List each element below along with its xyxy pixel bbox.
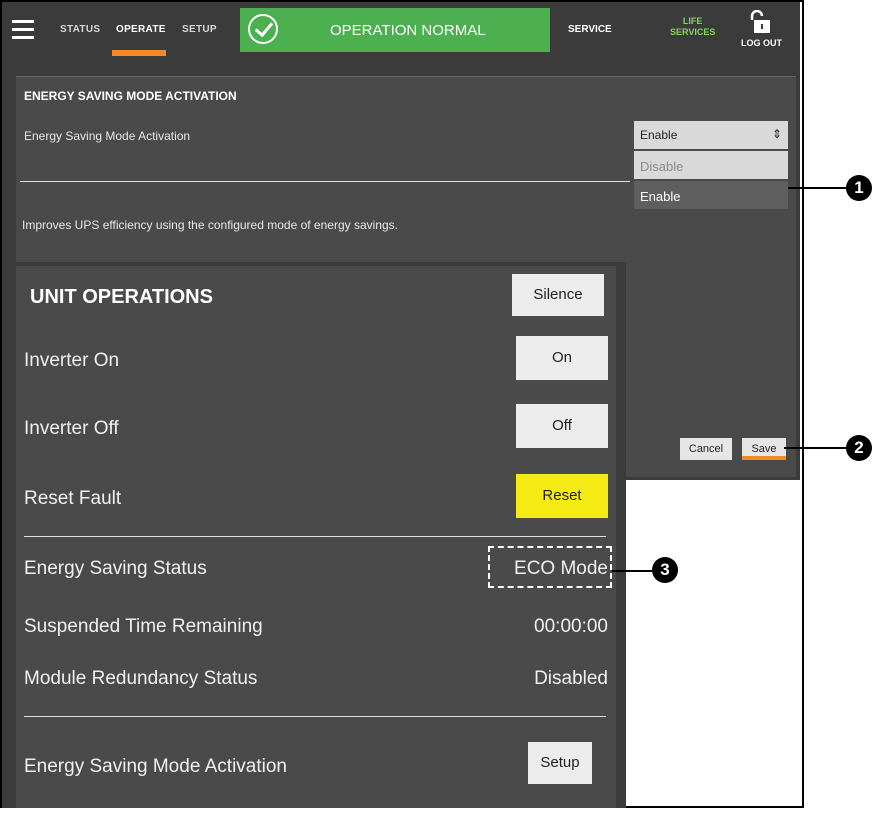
nav-operate[interactable]: OPERATE — [116, 24, 166, 35]
energy-saving-activation-label: Energy Saving Mode Activation — [24, 756, 287, 777]
unit-operations-body: UNIT OPERATIONS Silence Inverter On On I… — [16, 266, 616, 808]
operation-status-text: OPERATION NORMAL — [330, 22, 486, 39]
callout-1-line — [788, 187, 846, 189]
suspended-time-label: Suspended Time Remaining — [24, 616, 263, 637]
module-redundancy-label: Module Redundancy Status — [24, 668, 258, 689]
life-services-line1: LIFE — [682, 16, 703, 26]
silence-button[interactable]: Silence — [512, 274, 604, 316]
divider — [24, 536, 606, 537]
inverter-off-button[interactable]: Off — [516, 404, 608, 448]
energy-saving-description: Improves UPS efficiency using the config… — [22, 218, 398, 232]
nav-service[interactable]: SERVICE — [568, 24, 612, 35]
callout-3-line — [612, 570, 652, 572]
unlock-icon[interactable] — [748, 10, 772, 34]
inverter-on-label: Inverter On — [24, 350, 120, 371]
callout-2: 2 — [846, 435, 872, 461]
life-services-line2: SERVICES — [670, 27, 716, 37]
dropdown-option-disable[interactable]: Disable — [634, 151, 788, 179]
divider — [20, 181, 630, 182]
module-redundancy-value: Disabled — [534, 668, 608, 689]
select-value: Enable — [640, 128, 678, 142]
cancel-button[interactable]: Cancel — [680, 438, 732, 460]
select-arrows-icon: ⇕ — [771, 127, 782, 141]
reset-button[interactable]: Reset — [516, 474, 608, 518]
nav-status[interactable]: STATUS — [60, 24, 100, 35]
callout-1: 1 — [846, 175, 872, 201]
divider — [24, 716, 606, 717]
energy-saving-label: Energy Saving Mode Activation — [24, 129, 191, 143]
save-button[interactable]: Save — [742, 438, 786, 460]
inverter-on-button[interactable]: On — [516, 336, 608, 380]
nav-setup[interactable]: SETUP — [182, 24, 217, 35]
reset-fault-label: Reset Fault — [24, 488, 122, 509]
nav-life-services[interactable]: LIFE SERVICES — [670, 16, 715, 38]
energy-saving-select[interactable]: Enable ⇕ — [634, 121, 788, 149]
callout-3: 3 — [652, 557, 678, 583]
hamburger-menu-icon[interactable] — [12, 20, 34, 39]
energy-saving-status-value: ECO Mode — [514, 558, 608, 579]
panel-title: ENERGY SAVING MODE ACTIVATION — [24, 89, 237, 103]
logout-button[interactable]: LOG OUT — [741, 38, 782, 48]
check-circle-icon — [248, 14, 278, 44]
top-bar: STATUS OPERATE SETUP OPERATION NORMAL SE… — [2, 2, 800, 58]
energy-saving-status-label: Energy Saving Status — [24, 558, 207, 579]
unit-operations-panel: UNIT OPERATIONS Silence Inverter On On I… — [2, 262, 626, 808]
unit-operations-title: UNIT OPERATIONS — [30, 286, 213, 308]
dropdown-option-enable[interactable]: Enable — [634, 181, 788, 209]
operation-status-banner: OPERATION NORMAL — [240, 8, 550, 52]
callout-2-line — [784, 447, 848, 449]
suspended-time-value: 00:00:00 — [534, 616, 608, 637]
inverter-off-label: Inverter Off — [24, 418, 119, 439]
setup-button[interactable]: Setup — [528, 742, 592, 784]
